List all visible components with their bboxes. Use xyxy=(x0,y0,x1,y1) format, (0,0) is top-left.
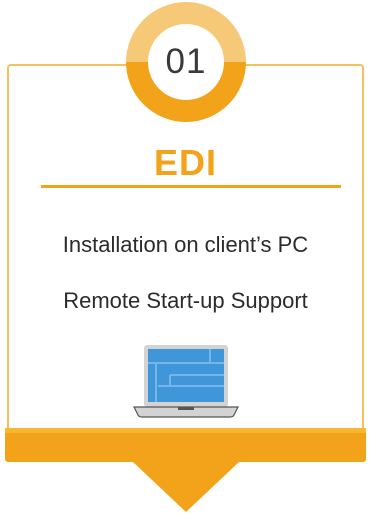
feature-line-remote-support: Remote Start-up Support xyxy=(63,288,308,313)
card-footer-bar xyxy=(5,428,366,462)
laptop-icon xyxy=(133,345,239,418)
down-arrow-icon xyxy=(133,462,239,512)
title-divider xyxy=(41,185,341,188)
service-card-container: 01 EDI Installation on client’s PC Remot… xyxy=(0,0,371,515)
card-footer-highlight xyxy=(5,428,366,433)
step-badge-number: 01 xyxy=(148,24,224,100)
feature-line-installation: Installation on client’s PC xyxy=(62,232,309,257)
card-title: EDI xyxy=(153,142,217,183)
